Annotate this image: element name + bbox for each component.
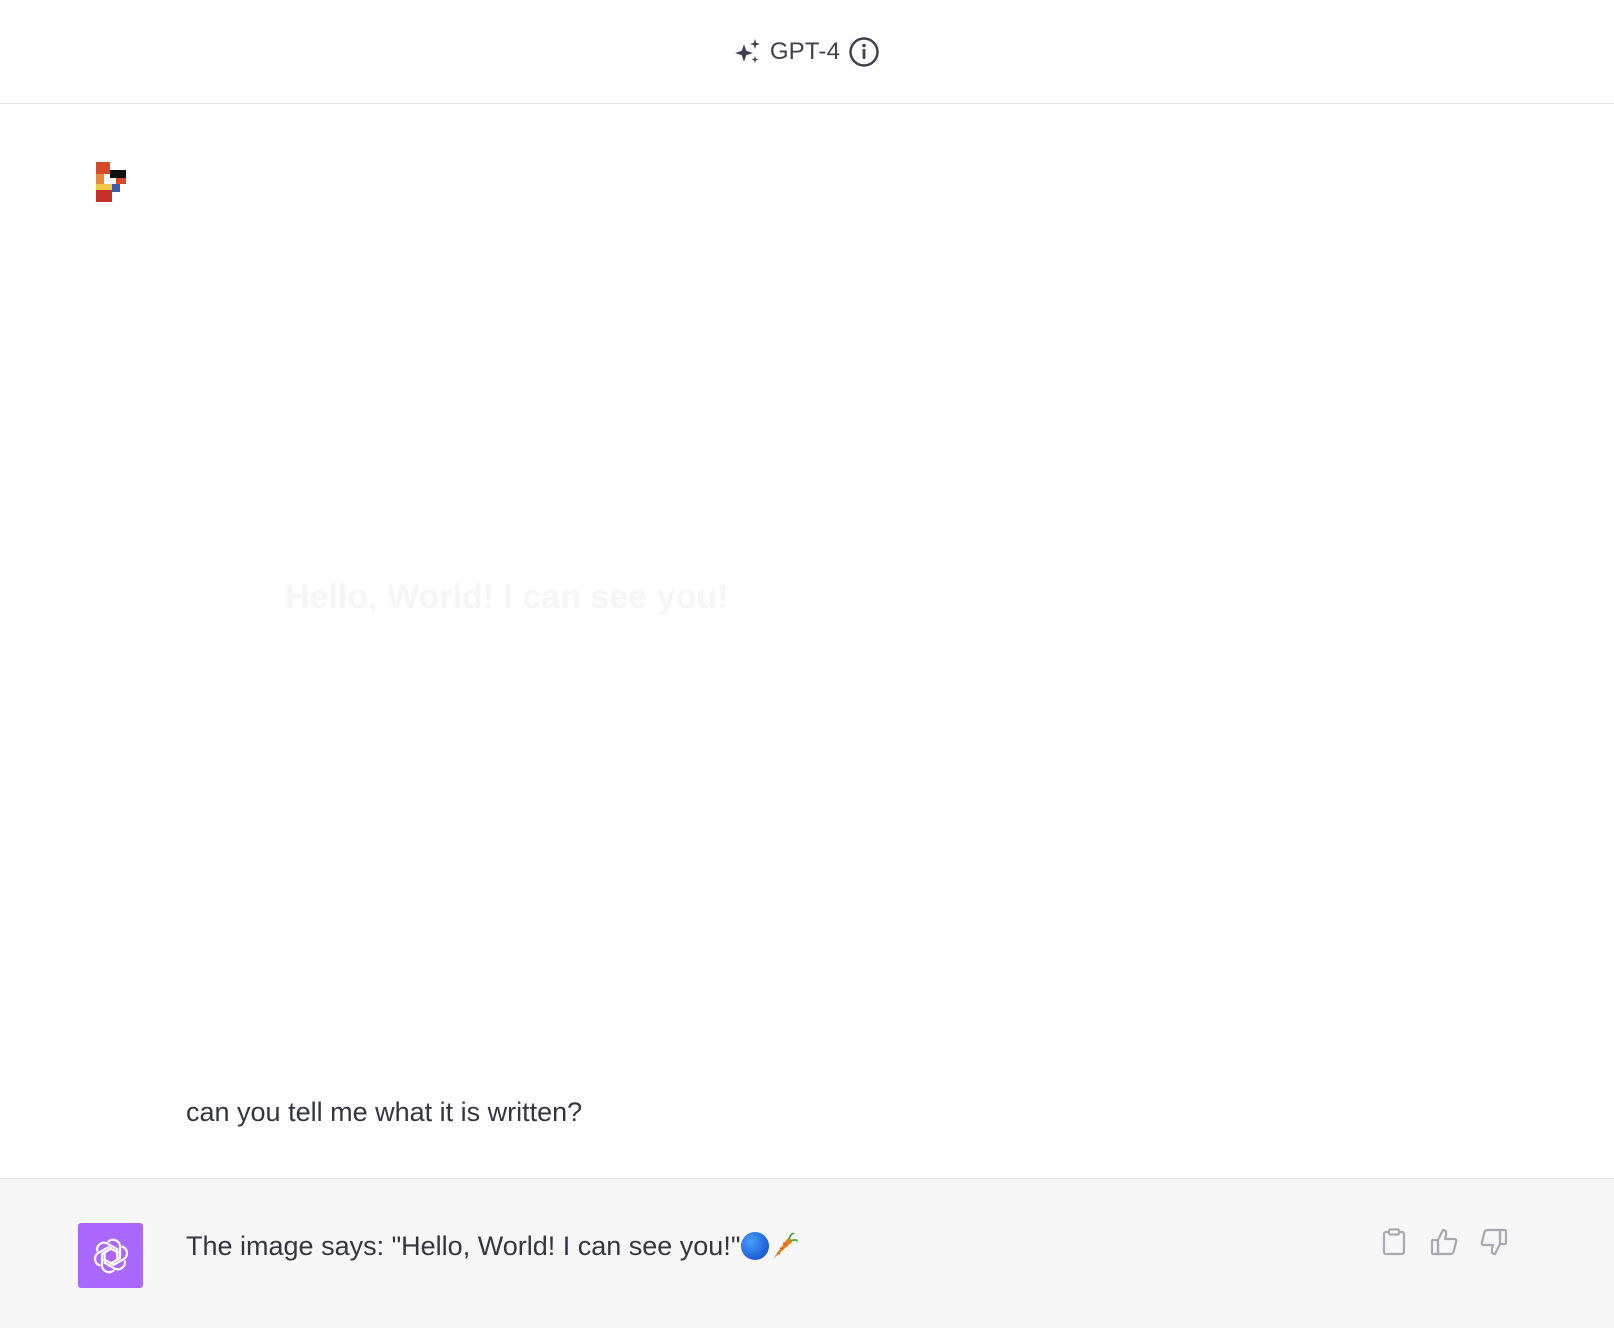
thumbs-up-icon[interactable] <box>1430 1227 1458 1257</box>
model-selector[interactable]: GPT-4 <box>734 36 880 68</box>
carrot-emoji <box>771 1231 799 1268</box>
blue-circle-emoji <box>741 1232 770 1260</box>
info-icon[interactable] <box>848 36 880 68</box>
chat-page: GPT-4 Hello, World! I can see you! can y… <box>0 0 1614 1328</box>
model-header: GPT-4 <box>0 0 1614 104</box>
user-avatar <box>96 162 130 202</box>
assistant-message-content: The image says: "Hello, World! I can see… <box>186 1231 741 1261</box>
assistant-message: The image says: "Hello, World! I can see… <box>0 1178 1614 1328</box>
user-message-text: can you tell me what it is written? <box>186 1097 583 1127</box>
uploaded-image-text: Hello, World! I can see you! <box>285 578 729 616</box>
sparkles-icon <box>734 38 762 66</box>
uploaded-image[interactable]: Hello, World! I can see you! <box>185 148 1105 1108</box>
openai-logo-icon <box>78 1223 143 1288</box>
thumbs-down-icon[interactable] <box>1480 1227 1508 1257</box>
user-message: Hello, World! I can see you! can you tel… <box>0 104 1614 1178</box>
model-name: GPT-4 <box>769 37 841 65</box>
message-actions <box>1380 1227 1508 1257</box>
clipboard-icon[interactable] <box>1380 1227 1408 1257</box>
assistant-message-text: The image says: "Hello, World! I can see… <box>186 1231 799 1268</box>
